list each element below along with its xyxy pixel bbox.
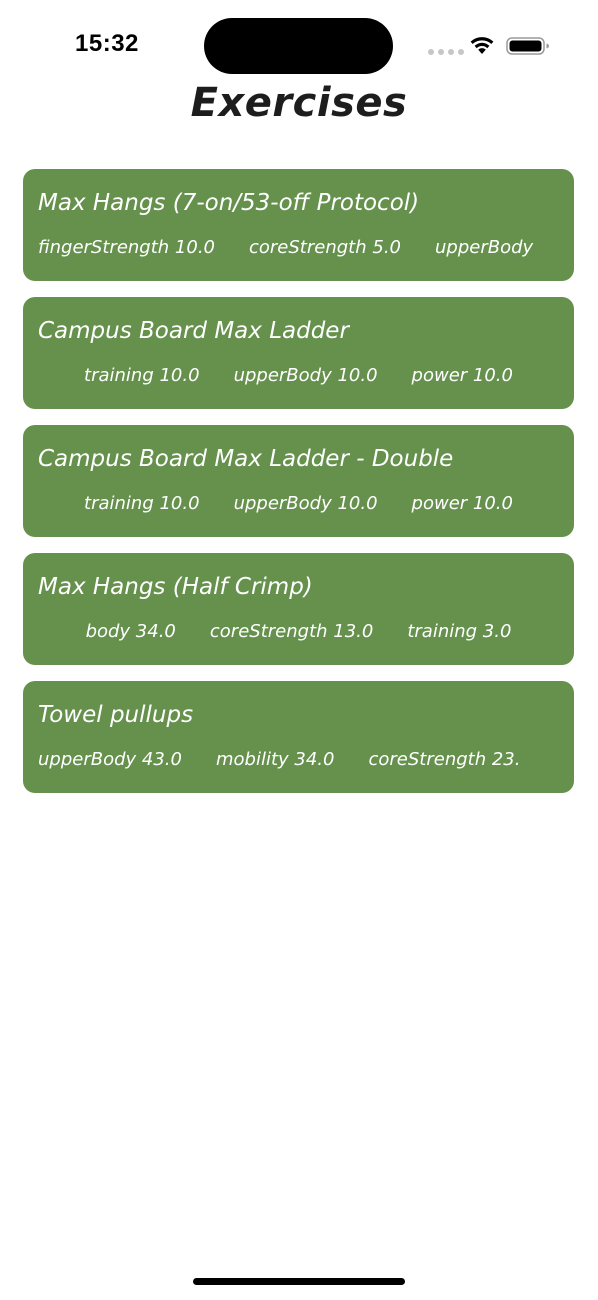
stat-label: body 34.0 xyxy=(85,621,176,642)
stat-row: fingerStrength 10.0 coreStrength 5.0 upp… xyxy=(38,237,559,258)
stat-row: body 34.0 coreStrength 13.0 training 3.0 xyxy=(38,621,559,642)
stat-label: power 10.0 xyxy=(411,365,513,386)
battery-icon xyxy=(506,37,549,55)
exercise-name: Campus Board Max Ladder - Double xyxy=(38,446,454,472)
stat-label: power 10.0 xyxy=(411,493,513,514)
stat-label: upperBody 10.0 xyxy=(233,493,378,514)
dynamic-island xyxy=(204,18,393,74)
exercise-card[interactable]: Max Hangs (Half Crimp) body 34.0 coreStr… xyxy=(23,553,574,665)
status-time: 15:32 xyxy=(75,30,139,57)
stat-label: upperBody 43.0 xyxy=(38,749,182,770)
stat-label: coreStrength 5.0 xyxy=(249,237,401,258)
stat-row: upperBody 43.0 mobility 34.0 coreStrengt… xyxy=(38,749,559,770)
stat-label: coreStrength 23. xyxy=(368,749,521,770)
exercise-card[interactable]: Max Hangs (7-on/53-off Protocol) fingerS… xyxy=(23,169,574,281)
page-title: Exercises xyxy=(190,80,408,126)
exercise-name: Max Hangs (7-on/53-off Protocol) xyxy=(38,190,420,216)
exercise-name: Campus Board Max Ladder xyxy=(38,318,349,344)
status-bar: 15:32 xyxy=(0,0,598,90)
stat-row: training 10.0 upperBody 10.0 power 10.0 xyxy=(38,493,559,514)
wifi-icon xyxy=(470,37,494,54)
home-indicator[interactable] xyxy=(193,1278,405,1285)
exercise-card[interactable]: Campus Board Max Ladder training 10.0 up… xyxy=(23,297,574,409)
stat-row: training 10.0 upperBody 10.0 power 10.0 xyxy=(38,365,559,386)
exercise-name: Max Hangs (Half Crimp) xyxy=(38,574,313,600)
exercise-card[interactable]: Towel pullups upperBody 43.0 mobility 34… xyxy=(23,681,574,793)
stat-label: training 10.0 xyxy=(84,493,200,514)
stat-label: upperBody xyxy=(435,237,534,258)
stat-label: training 10.0 xyxy=(84,365,200,386)
exercise-name: Towel pullups xyxy=(38,702,194,728)
exercise-list: Max Hangs (7-on/53-off Protocol) fingerS… xyxy=(23,169,574,809)
stat-label: fingerStrength 10.0 xyxy=(38,237,215,258)
stat-label: training 3.0 xyxy=(407,621,512,642)
exercise-card[interactable]: Campus Board Max Ladder - Double trainin… xyxy=(23,425,574,537)
signal-icon xyxy=(428,49,464,55)
stat-label: upperBody 10.0 xyxy=(233,365,378,386)
stat-label: mobility 34.0 xyxy=(215,749,335,770)
stat-label: coreStrength 13.0 xyxy=(209,621,374,642)
